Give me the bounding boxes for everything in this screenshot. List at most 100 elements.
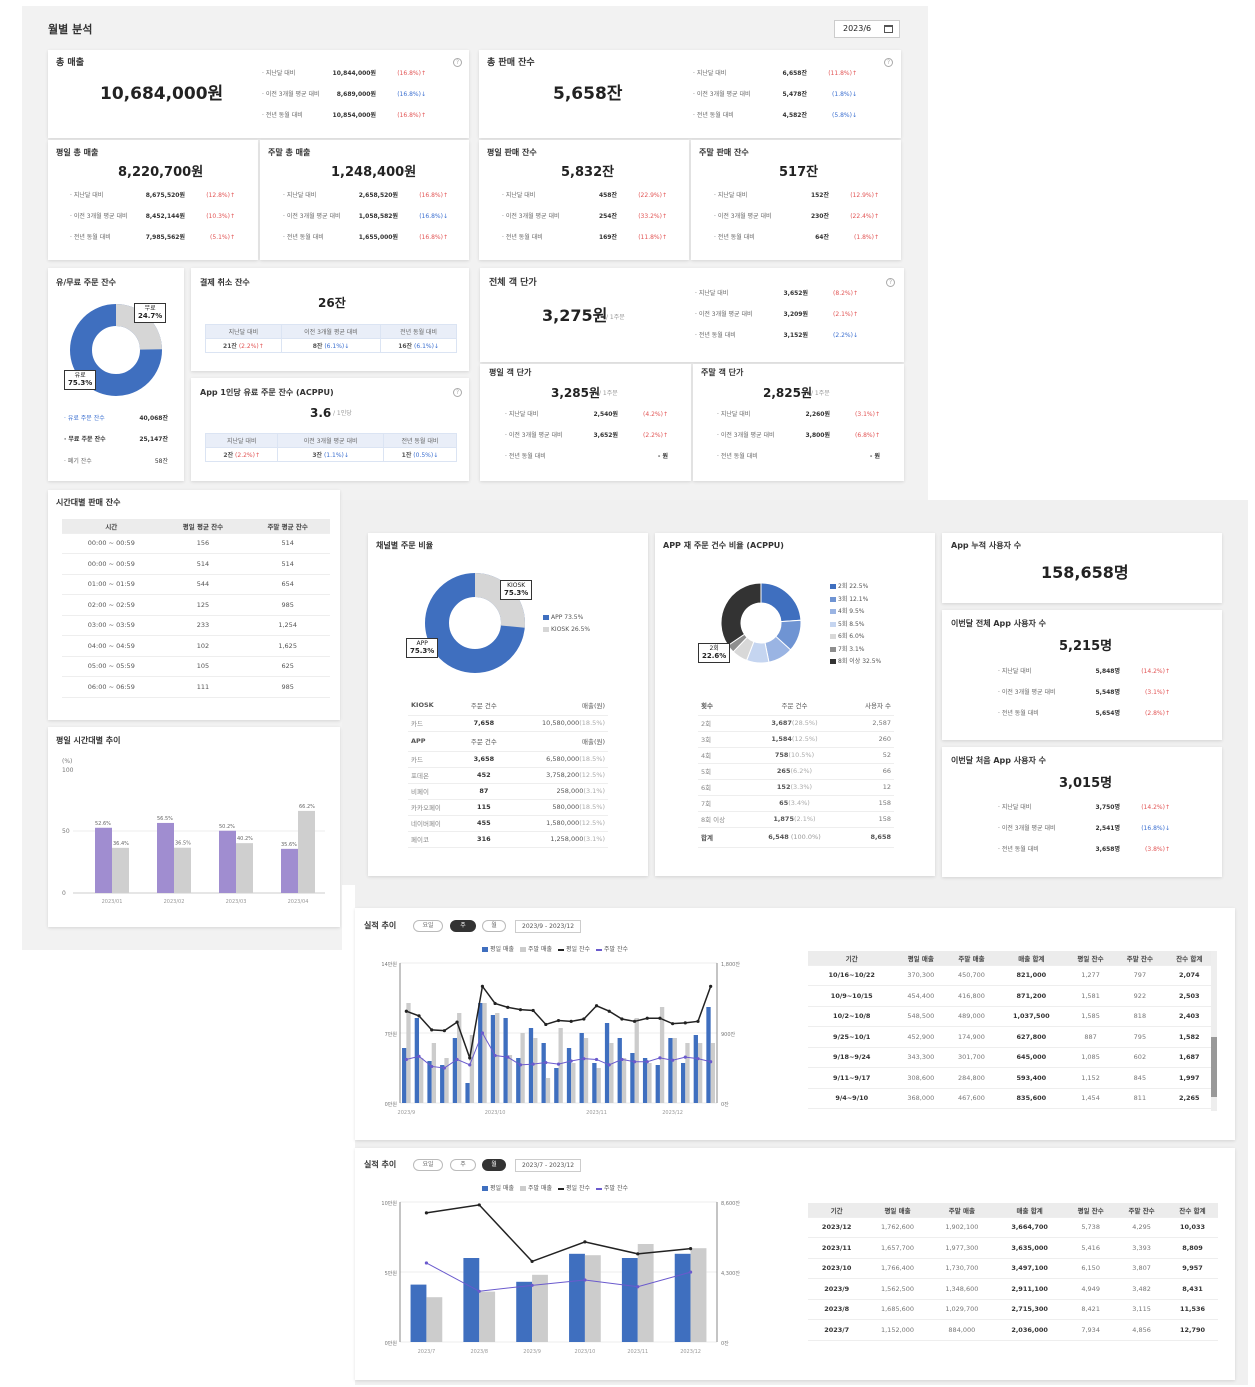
revenue-weekend-title: 주말 총 매출 — [268, 148, 311, 157]
bar-weekend-sales — [596, 1068, 601, 1103]
compare-value: 3,152원 — [783, 332, 809, 339]
reorder-donut — [720, 582, 802, 664]
table-cell: 416,800 — [946, 985, 997, 1007]
user-count: 158 — [842, 811, 894, 828]
point — [658, 1016, 662, 1020]
hourly-row: 05:00 ~ 05:59 105 625 — [62, 656, 330, 677]
reorder-legend-item: 8회 이상 32.5% — [830, 659, 881, 665]
table-cell: 2023/10 — [808, 1258, 866, 1279]
bar-weekday-sales — [465, 1083, 470, 1103]
legend-item: 평일 잔수 — [558, 946, 590, 953]
scrollbar[interactable] — [1211, 951, 1217, 1111]
bar-weekday-sales — [642, 1058, 648, 1103]
sales-amount: 1,580,000 — [546, 819, 580, 827]
free-row-value: 25,147잔 — [139, 436, 168, 443]
tab-day[interactable]: 요일 — [413, 920, 443, 932]
bar-weekend-sales — [419, 1058, 424, 1103]
date-range-input[interactable]: 2023/7 - 2023/12 — [515, 1159, 582, 1172]
help-icon[interactable]: ? — [886, 278, 895, 287]
scrollbar-thumb[interactable] — [1211, 1037, 1217, 1097]
compare-value: 8,452,144원 — [145, 213, 185, 220]
point — [480, 1031, 485, 1035]
date-range-input[interactable]: 2023/9 - 2023/12 — [515, 920, 582, 933]
app-total-card — [942, 610, 1222, 740]
hourly-cell: 156 — [160, 533, 246, 554]
compare-value: 3,658명 — [1095, 846, 1121, 853]
sales-cell: 10,580,000(18.5%) — [507, 715, 608, 732]
legend-text: 평일 매출 — [490, 1185, 514, 1192]
tab-month[interactable]: 월 — [482, 920, 506, 932]
app-first-title: 이번달 처음 App 사용자 수 — [951, 756, 1047, 765]
reorder-table: 횟수 주문 건수 사용자 수 2회 3,687(28.5%) 2,587 3회 1,584(… — [698, 695, 894, 848]
compare-pct: (2.1%)↑ — [833, 311, 858, 318]
x-tick: 2023/10 — [575, 1349, 596, 1355]
user-count: 2,587 — [842, 715, 894, 732]
compare-pct: (16.8%)↑ — [419, 234, 448, 241]
help-icon[interactable]: ? — [453, 388, 462, 397]
compare-value: 5,478잔 — [782, 91, 808, 98]
cancel-cell: 21잔 (2.2%)↑ — [205, 338, 282, 353]
bar-weekend-sales — [406, 1003, 411, 1103]
calendar-icon — [884, 25, 893, 33]
hourly-cell: 01:00 ~ 01:59 — [62, 574, 161, 595]
point — [424, 1261, 429, 1265]
table-cell: 2,503 — [1164, 985, 1214, 1007]
table-cell: 593,400 — [996, 1067, 1066, 1089]
point — [404, 1009, 408, 1013]
app-row: 페이코 316 1,258,000(3.1%) — [408, 831, 608, 848]
paid-row-value: 40,068잔 — [139, 415, 168, 422]
hourly-cell: 05:00 ~ 05:59 — [62, 656, 161, 677]
table-head: 평일 잔수 — [1065, 951, 1116, 966]
free-callout: 무료 24.7% — [134, 303, 167, 324]
app-total-title: 이번달 전체 App 사용자 수 — [951, 619, 1047, 628]
table-cell: 452,900 — [895, 1026, 947, 1048]
table-cell: 795 — [1115, 1026, 1165, 1048]
legend-text: 8회 이상 32.5% — [838, 658, 882, 665]
point — [480, 984, 485, 988]
table-cell: 4,295 — [1116, 1217, 1168, 1238]
tab-week[interactable]: 주 — [450, 920, 476, 932]
y2-tick: 0잔 — [721, 1101, 729, 1108]
hourly-cell: 625 — [245, 656, 330, 677]
point — [544, 1060, 548, 1065]
price-weekend-unit: / 1주문 — [811, 390, 830, 397]
month-picker[interactable]: 2023/6 — [834, 20, 900, 38]
point — [688, 1246, 693, 1251]
table-row: 2023/9 1,562,500 1,348,600 2,911,100 4,949 3,… — [808, 1278, 1218, 1300]
table-cell: 2023/7 — [808, 1319, 866, 1341]
sales-cell: 580,000(18.5%) — [507, 799, 608, 816]
point — [636, 1285, 640, 1289]
table-cell: 343,300 — [895, 1047, 947, 1068]
compare-label: · 전년 동월 대비 — [695, 332, 736, 339]
table-cell: 1,454 — [1065, 1088, 1116, 1109]
bar-weekend-sales — [647, 1063, 652, 1103]
table-cell: 2,715,300 — [994, 1299, 1066, 1320]
y-tick: 5만원 — [385, 1270, 398, 1277]
bar-weekend-sales — [672, 1038, 677, 1103]
hourly-cell: 102 — [160, 635, 246, 657]
table-cell: 1,152 — [1065, 1067, 1116, 1089]
acppu-head: 전년 동월 대비 — [382, 433, 458, 448]
tab-day[interactable]: 요일 — [413, 1159, 443, 1171]
tab-month[interactable]: 월 — [482, 1159, 506, 1171]
order-count: 455 — [460, 815, 508, 832]
hourly-cell: 105 — [160, 656, 246, 677]
table-cell: 627,800 — [996, 1026, 1066, 1048]
compare-pct: (16.8%)↓ — [397, 91, 426, 98]
point — [671, 1022, 675, 1026]
point — [424, 1211, 429, 1215]
bar-weekend-sales — [495, 1013, 500, 1103]
table-cell: 2,036,000 — [994, 1319, 1066, 1341]
compare-pct: (2.2%)↑ — [643, 432, 668, 439]
point — [569, 1019, 573, 1023]
point — [544, 1022, 548, 1027]
hourly-cell: 111 — [160, 676, 246, 698]
app-first-value: 3,015명 — [1059, 776, 1113, 791]
order-pct: (3.3%) — [790, 783, 813, 791]
table-cell: 1,581 — [1065, 985, 1116, 1007]
table-cell: 467,600 — [946, 1088, 997, 1109]
help-icon[interactable]: ? — [453, 58, 462, 67]
tab-week[interactable]: 주 — [450, 1159, 476, 1171]
help-icon[interactable]: ? — [884, 58, 893, 67]
compare-label: · 지난달 대비 — [505, 411, 539, 418]
